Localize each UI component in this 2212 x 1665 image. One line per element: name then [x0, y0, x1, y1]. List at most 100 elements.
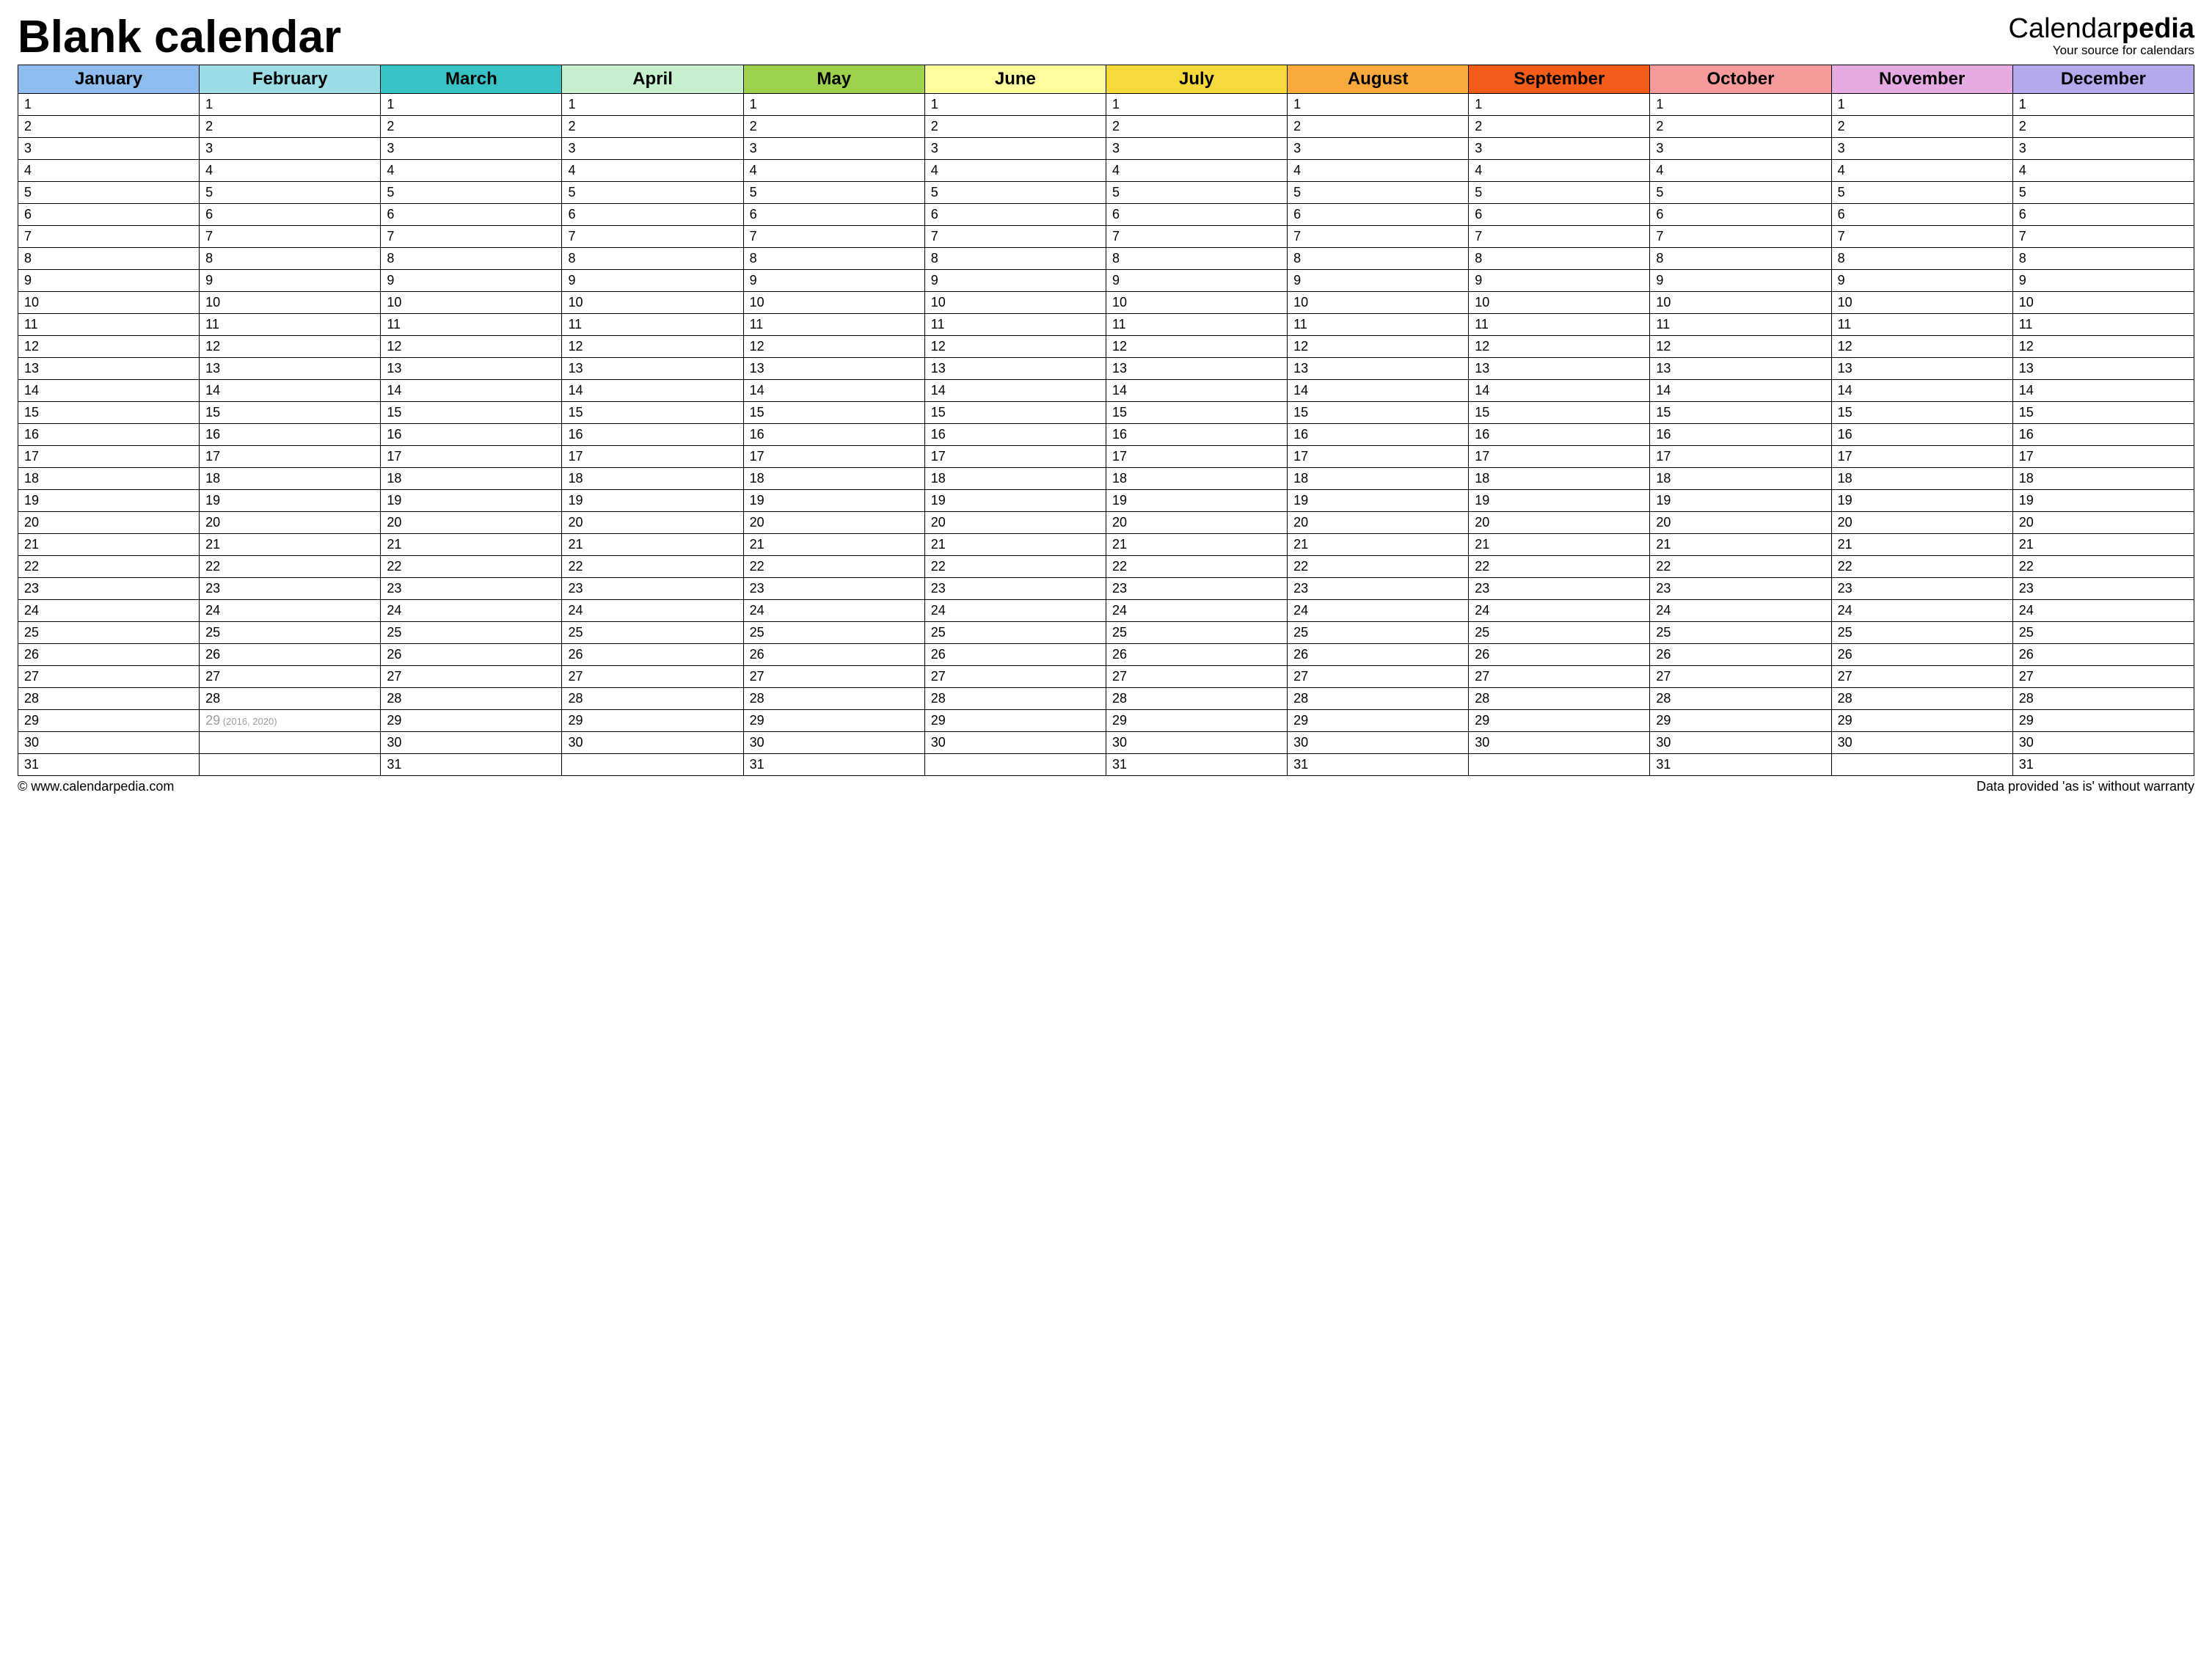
day-cell: 1 — [200, 94, 381, 116]
month-header-august: August — [1288, 65, 1469, 94]
day-cell: 14 — [2012, 380, 2194, 402]
day-cell: 30 — [924, 732, 1106, 754]
day-cell: 21 — [1831, 534, 2012, 556]
day-cell: 20 — [743, 512, 924, 534]
day-cell: 1 — [381, 94, 562, 116]
day-cell: 22 — [562, 556, 743, 578]
day-cell: 25 — [562, 622, 743, 644]
day-cell: 29 — [562, 710, 743, 732]
month-header-december: December — [2012, 65, 2194, 94]
day-cell: 30 — [743, 732, 924, 754]
day-cell: 5 — [18, 182, 200, 204]
day-cell: 4 — [2012, 160, 2194, 182]
day-cell: 27 — [381, 666, 562, 688]
day-cell — [924, 754, 1106, 776]
day-cell: 22 — [18, 556, 200, 578]
day-cell: 19 — [1650, 490, 1831, 512]
day-cell: 6 — [562, 204, 743, 226]
day-cell: 17 — [1106, 446, 1287, 468]
day-cell: 11 — [1106, 314, 1287, 336]
day-cell: 14 — [562, 380, 743, 402]
day-cell: 17 — [2012, 446, 2194, 468]
month-header-july: July — [1106, 65, 1287, 94]
day-cell: 27 — [18, 666, 200, 688]
day-cell: 28 — [1831, 688, 2012, 710]
day-row-20: 202020202020202020202020 — [18, 512, 2194, 534]
day-cell: 2 — [924, 116, 1106, 138]
day-cell: 12 — [1650, 336, 1831, 358]
day-cell: 30 — [1106, 732, 1287, 754]
day-cell: 6 — [381, 204, 562, 226]
day-cell: 29 — [1288, 710, 1469, 732]
day-cell: 15 — [18, 402, 200, 424]
day-cell: 18 — [1288, 468, 1469, 490]
month-header-may: May — [743, 65, 924, 94]
day-cell: 14 — [200, 380, 381, 402]
day-cell: 19 — [200, 490, 381, 512]
day-cell: 19 — [18, 490, 200, 512]
day-cell: 27 — [924, 666, 1106, 688]
day-cell: 23 — [562, 578, 743, 600]
day-cell: 22 — [924, 556, 1106, 578]
day-cell: 29 — [1469, 710, 1650, 732]
day-row-7: 777777777777 — [18, 226, 2194, 248]
day-cell: 8 — [2012, 248, 2194, 270]
day-cell: 24 — [1106, 600, 1287, 622]
day-cell: 10 — [743, 292, 924, 314]
day-cell: 8 — [200, 248, 381, 270]
day-cell: 28 — [1650, 688, 1831, 710]
day-cell: 22 — [200, 556, 381, 578]
day-cell: 30 — [1831, 732, 2012, 754]
day-row-12: 121212121212121212121212 — [18, 336, 2194, 358]
day-cell: 12 — [1831, 336, 2012, 358]
day-cell: 19 — [1288, 490, 1469, 512]
day-cell: 22 — [1288, 556, 1469, 578]
day-cell: 4 — [18, 160, 200, 182]
day-cell: 6 — [1831, 204, 2012, 226]
day-cell: 6 — [1106, 204, 1287, 226]
day-cell: 5 — [2012, 182, 2194, 204]
day-cell: 17 — [562, 446, 743, 468]
day-cell: 17 — [18, 446, 200, 468]
day-row-31: 31313131313131 — [18, 754, 2194, 776]
day-cell: 21 — [18, 534, 200, 556]
day-cell: 9 — [924, 270, 1106, 292]
day-cell: 24 — [1288, 600, 1469, 622]
header: Blank calendar Calendarpedia Your source… — [18, 15, 2194, 60]
day-cell: 13 — [1469, 358, 1650, 380]
day-cell: 5 — [1288, 182, 1469, 204]
day-cell: 14 — [1106, 380, 1287, 402]
day-cell: 19 — [1469, 490, 1650, 512]
day-cell: 14 — [743, 380, 924, 402]
day-cell: 8 — [1831, 248, 2012, 270]
day-cell: 25 — [1106, 622, 1287, 644]
day-cell: 19 — [1831, 490, 2012, 512]
day-cell: 31 — [1650, 754, 1831, 776]
day-cell: 26 — [200, 644, 381, 666]
day-cell: 25 — [743, 622, 924, 644]
day-cell: 4 — [1650, 160, 1831, 182]
day-cell: 13 — [1831, 358, 2012, 380]
day-cell: 23 — [924, 578, 1106, 600]
day-cell: 4 — [743, 160, 924, 182]
day-cell: 24 — [1831, 600, 2012, 622]
day-cell: 14 — [1469, 380, 1650, 402]
day-cell: 8 — [1106, 248, 1287, 270]
day-cell: 10 — [1831, 292, 2012, 314]
day-cell: 29 — [381, 710, 562, 732]
day-cell: 6 — [1650, 204, 1831, 226]
day-cell: 21 — [562, 534, 743, 556]
day-row-11: 111111111111111111111111 — [18, 314, 2194, 336]
month-header-march: March — [381, 65, 562, 94]
day-row-28: 282828282828282828282828 — [18, 688, 2194, 710]
day-cell: 27 — [562, 666, 743, 688]
day-cell: 4 — [381, 160, 562, 182]
day-cell: 13 — [1650, 358, 1831, 380]
day-cell: 24 — [2012, 600, 2194, 622]
day-cell: 17 — [200, 446, 381, 468]
day-row-25: 252525252525252525252525 — [18, 622, 2194, 644]
day-cell: 20 — [2012, 512, 2194, 534]
day-cell: 2 — [743, 116, 924, 138]
day-cell: 13 — [1288, 358, 1469, 380]
day-cell: 12 — [1288, 336, 1469, 358]
